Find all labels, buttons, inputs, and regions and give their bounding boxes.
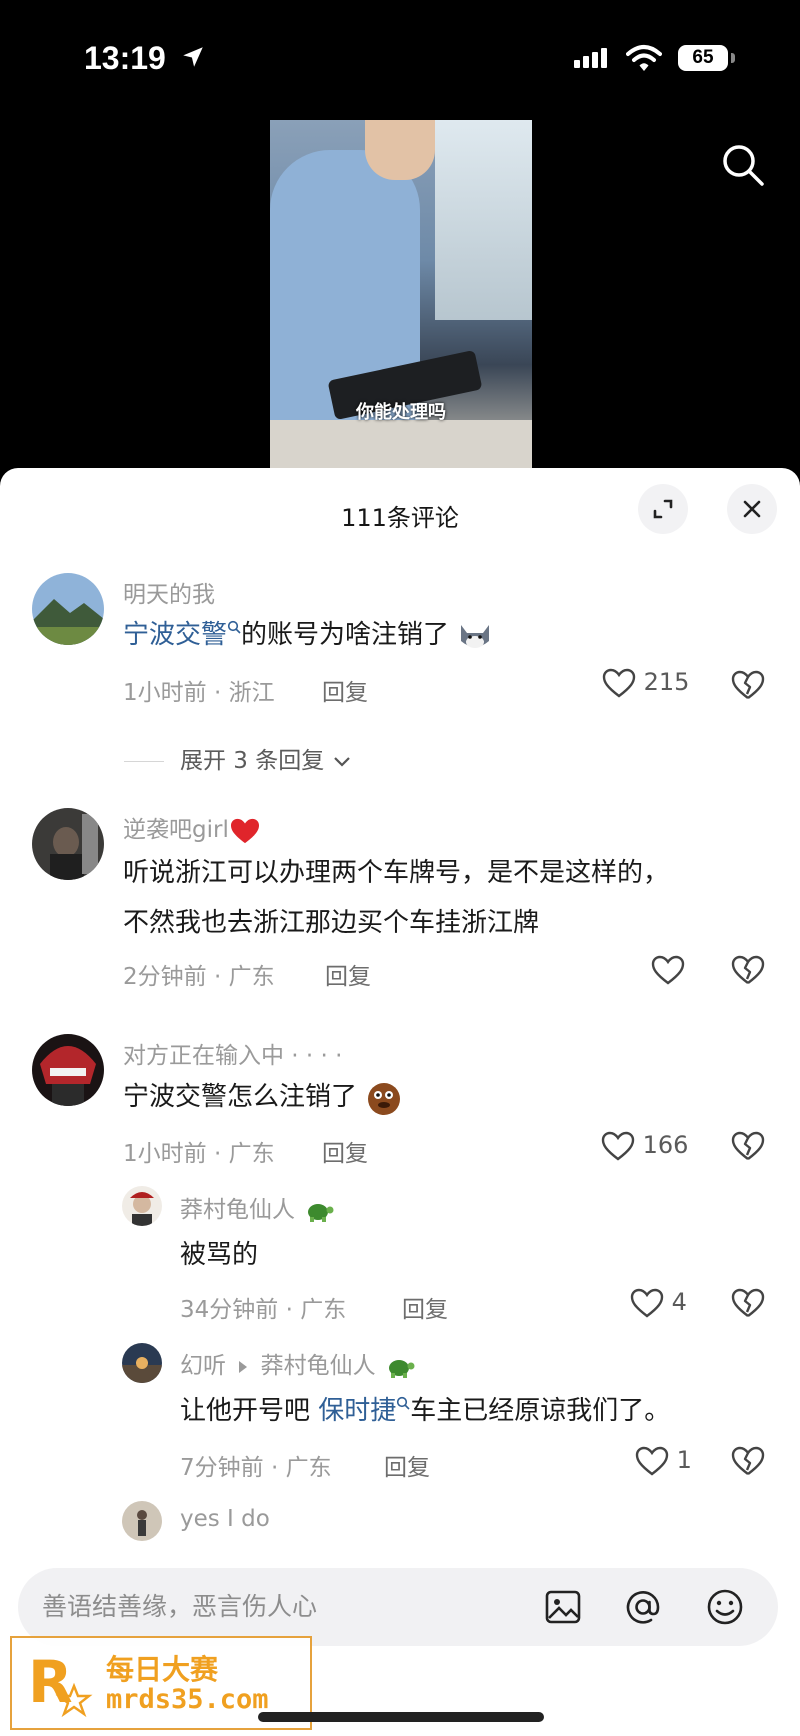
divider-line [124, 761, 164, 762]
comment-text: 宁波交警怎么注销了 [123, 1072, 403, 1122]
like-button[interactable]: 4 [630, 1288, 687, 1318]
comment-username[interactable]: 明天的我 [123, 575, 215, 609]
reply-meta: 7分钟前 · 广东 [180, 1455, 332, 1481]
comment-meta: 2分钟前 · 广东 [123, 964, 275, 990]
reply-text: 被骂的 [180, 1240, 259, 1270]
heart-icon [651, 955, 685, 985]
broken-heart-icon [731, 1131, 765, 1160]
broken-heart-icon [731, 670, 765, 699]
home-indicator [258, 1712, 544, 1722]
like-count: 4 [671, 1288, 687, 1316]
video-preview[interactable]: 你能处理吗 [270, 120, 532, 470]
comment-input[interactable]: 善语结善缘，恶言伤人心 [18, 1568, 778, 1646]
location-arrow-icon [183, 47, 203, 67]
like-button[interactable]: 166 [601, 1131, 688, 1161]
video-desk [270, 420, 532, 470]
dislike-button[interactable] [731, 1446, 765, 1476]
search-small-icon [227, 620, 241, 634]
broken-heart-icon [731, 1288, 765, 1317]
comment-text: 宁波交警 的账号为啥注销了 [123, 610, 493, 660]
watermark-r-star-icon: R [28, 1648, 93, 1718]
close-sheet-button[interactable] [727, 484, 777, 534]
search-small-icon [397, 1396, 410, 1410]
like-button[interactable]: 1 [635, 1446, 692, 1476]
status-bar: 13:19 65 [0, 0, 800, 120]
watermark-text: 每日大赛 [106, 1653, 219, 1686]
husky-emoji-icon [461, 624, 490, 648]
reply-meta: 34分钟前 · 广东 [180, 1297, 347, 1323]
emoji-icon[interactable] [704, 1586, 746, 1628]
avatar[interactable] [32, 1034, 104, 1106]
dislike-button[interactable] [731, 955, 765, 985]
avatar[interactable] [122, 1501, 162, 1541]
dislike-button[interactable] [731, 1131, 765, 1161]
heart-icon [602, 668, 636, 698]
search-link[interactable]: 保时捷 [318, 1396, 396, 1426]
reply-button[interactable]: 回复 [384, 1448, 430, 1482]
avatar[interactable] [32, 573, 104, 645]
reply-text: 让他开号吧 保时捷 车主已经原谅我们了。 [180, 1396, 671, 1426]
reply-username[interactable]: yes I do [180, 1506, 270, 1532]
like-count: 1 [676, 1446, 692, 1474]
reply-arrow-icon [239, 1360, 248, 1373]
reply-button[interactable]: 回复 [322, 1134, 368, 1168]
turtle-emoji-icon [388, 1359, 415, 1378]
search-icon[interactable] [718, 140, 768, 190]
dislike-button[interactable] [731, 1288, 765, 1318]
reply-button[interactable]: 回复 [402, 1290, 448, 1324]
comment-meta: 1小时前 · 浙江 [123, 680, 275, 706]
comment-username[interactable]: 对方正在输入中 · · · · [123, 1036, 343, 1070]
like-count: 166 [642, 1131, 689, 1159]
comment-meta: 1小时前 · 广东 [123, 1141, 275, 1167]
turtle-emoji-icon [308, 1203, 334, 1222]
dislike-button[interactable] [731, 670, 765, 700]
avatar[interactable] [32, 808, 104, 880]
like-button[interactable] [651, 955, 685, 985]
expand-icon [653, 499, 673, 519]
watermark-url: mrds35.com [106, 1684, 269, 1715]
expand-sheet-button[interactable] [638, 484, 688, 534]
heart-icon [601, 1131, 635, 1161]
close-icon [743, 500, 761, 518]
wifi-icon [626, 45, 662, 71]
cellular-signal-icon [574, 48, 610, 68]
heart-icon [635, 1446, 669, 1476]
avatar[interactable] [122, 1186, 162, 1226]
broken-heart-icon [731, 1446, 765, 1475]
search-link[interactable]: 宁波交警 [123, 620, 227, 650]
heart-icon [630, 1288, 664, 1318]
reply-username[interactable]: 幻听 莽村龟仙人 [180, 1346, 415, 1380]
mention-icon[interactable] [622, 1586, 664, 1628]
chevron-down-icon [333, 756, 350, 767]
reply-button[interactable]: 回复 [325, 957, 371, 991]
comment-username[interactable]: 逆袭吧girl [123, 810, 261, 845]
cookie-face-emoji-icon [368, 1082, 401, 1115]
like-button[interactable]: 215 [602, 668, 689, 698]
video-window-bg [435, 120, 532, 320]
like-count: 215 [643, 668, 690, 696]
comment-text-line2: 不然我也去浙江那边买个车挂浙江牌 [123, 908, 540, 938]
comment-input-placeholder: 善语结善缘，恶言伤人心 [42, 1592, 318, 1621]
expand-replies-button[interactable]: 展开 3 条回复 [124, 741, 352, 775]
red-heart-emoji-icon [230, 818, 259, 843]
reply-username[interactable]: 莽村龟仙人 [180, 1190, 334, 1224]
video-caption: 你能处理吗 [356, 402, 446, 423]
avatar[interactable] [122, 1343, 162, 1383]
comment-text-line1: 听说浙江可以办理两个车牌号，是不是这样的， [123, 858, 670, 888]
status-time: 13:19 [84, 40, 166, 76]
battery-indicator: 65 [678, 45, 735, 71]
video-officer-head [365, 120, 435, 180]
broken-heart-icon [731, 955, 765, 984]
reply-button[interactable]: 回复 [322, 673, 368, 707]
image-icon[interactable] [542, 1586, 584, 1628]
